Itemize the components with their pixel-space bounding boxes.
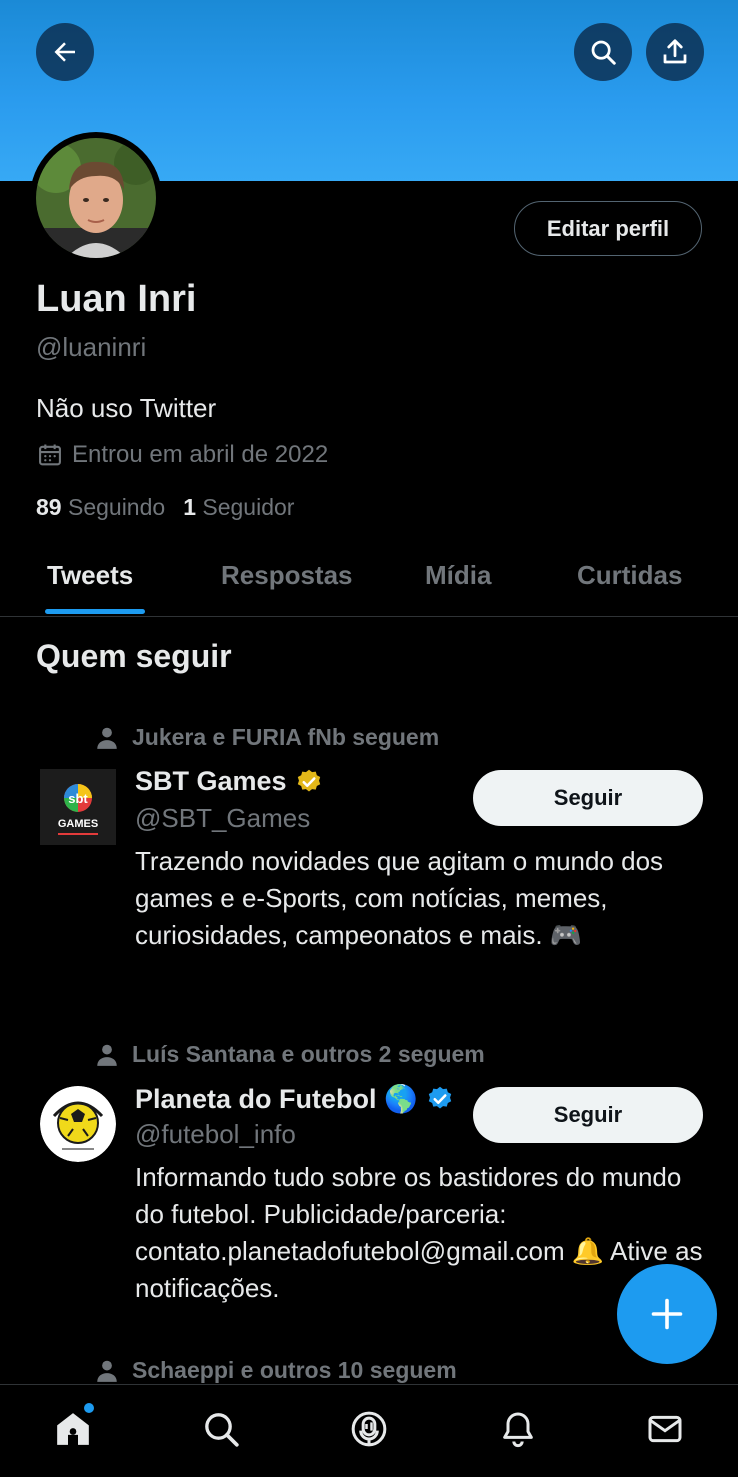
search-button[interactable] [574, 23, 632, 81]
search-icon [205, 1413, 239, 1447]
tab-tweets[interactable]: Tweets [47, 560, 133, 591]
nav-spaces[interactable] [347, 1407, 391, 1451]
social-context: Luís Santana e outros 2 seguem [94, 1041, 485, 1068]
compose-tweet-button[interactable] [617, 1264, 717, 1364]
profile-name: Luan Inri [36, 278, 197, 320]
tab-curtidas[interactable]: Curtidas [577, 560, 682, 591]
tab-respostas[interactable]: Respostas [221, 560, 353, 591]
sbt-games-avatar[interactable]: sbt GAMES [40, 769, 116, 845]
followers-label: Seguidor [202, 494, 295, 520]
following-link[interactable]: 89 Seguindo [36, 494, 165, 521]
followers-count: 1 [183, 494, 196, 520]
bottom-navigation [0, 1384, 738, 1477]
plus-icon [651, 1298, 683, 1330]
suggestion-name[interactable]: Planeta do Futebol 🌎 [135, 1083, 454, 1115]
social-context: Jukera e FURIA fNb seguem [94, 724, 439, 751]
person-icon [97, 1044, 117, 1066]
verified-gold-badge-icon [297, 769, 320, 791]
planeta-futebol-avatar[interactable] [40, 1086, 116, 1162]
suggestion-bio: Trazendo novidades que agitam o mundo do… [135, 846, 664, 950]
suggestion-name-text: SBT Games [135, 766, 287, 796]
who-to-follow-title: Quem seguir [36, 638, 232, 674]
nav-notifications[interactable] [496, 1407, 540, 1451]
share-icon [663, 39, 687, 64]
social-context: Schaeppi e outros 10 seguem [94, 1357, 457, 1384]
profile-avatar[interactable] [30, 132, 162, 264]
profile-handle: @luaninri [36, 332, 147, 362]
verified-blue-badge-icon [428, 1086, 451, 1109]
joined-text: Entrou em abril de 2022 [72, 441, 329, 468]
profile-bio: Não uso Twitter [36, 393, 217, 423]
suggestion-name[interactable]: SBT Games [135, 766, 323, 797]
nav-search[interactable] [199, 1407, 243, 1451]
notifications-icon [503, 1412, 533, 1448]
social-context-text: Schaeppi e outros 10 seguem [132, 1357, 457, 1383]
follow-button[interactable]: Seguir [473, 770, 703, 826]
home-notification-dot [84, 1403, 94, 1413]
suggestion-name-text: Planeta do Futebol 🌎 [135, 1084, 418, 1114]
active-tab-indicator [45, 609, 145, 614]
nav-home[interactable] [51, 1407, 95, 1451]
following-label: Seguindo [67, 494, 166, 520]
follow-stats: 89 Seguindo 1 Seguidor [36, 494, 294, 521]
social-context-text: Luís Santana e outros 2 seguem [132, 1041, 485, 1067]
calendar-icon [39, 444, 61, 466]
avatar [36, 138, 156, 258]
person-icon [97, 727, 117, 749]
suggestion-bio: Informando tudo sobre os bastidores do m… [135, 1162, 703, 1303]
followers-link[interactable]: 1 Seguidor [183, 494, 294, 521]
follow-button[interactable]: Seguir [473, 1087, 703, 1143]
suggestion-handle: @SBT_Games [135, 803, 311, 833]
sbt-logo-text: sbt [68, 791, 88, 806]
search-icon [591, 40, 616, 65]
joined-date: Entrou em abril de 2022 [36, 441, 328, 469]
home-icon [57, 1413, 89, 1445]
spaces-icon [351, 1411, 387, 1447]
games-logo-text: GAMES [58, 818, 98, 830]
share-button[interactable] [646, 23, 704, 81]
person-icon [97, 1360, 117, 1382]
suggestion-handle: @futebol_info [135, 1119, 296, 1149]
messages-icon [648, 1415, 682, 1443]
back-button[interactable] [36, 23, 94, 81]
edit-profile-button[interactable]: Editar perfil [514, 201, 702, 256]
nav-messages[interactable] [643, 1407, 687, 1451]
tab-midia[interactable]: Mídia [425, 560, 491, 591]
following-count: 89 [36, 494, 62, 520]
profile-tabs: Tweets Respostas Mídia Curtidas [0, 548, 738, 617]
back-arrow-icon [54, 42, 75, 62]
social-context-text: Jukera e FURIA fNb seguem [132, 724, 440, 750]
